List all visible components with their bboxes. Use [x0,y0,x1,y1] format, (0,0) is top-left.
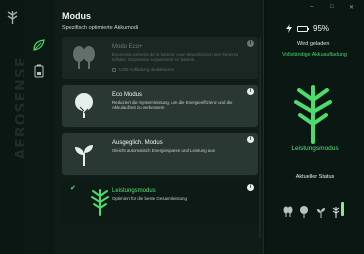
battery-nav-icon [34,64,44,78]
nav-battery[interactable] [30,62,48,80]
minimize-button[interactable]: – [310,4,313,10]
info-icon[interactable]: i [247,88,254,95]
tree-icon [75,93,93,118]
mode-card-eco-plus[interactable]: Modo Eco+ Economia extrema de la bateria… [62,37,258,79]
charging-bolt-icon [286,24,292,33]
full-charge-link[interactable]: Vollständige Akkuaufladung [282,52,347,58]
mode-name: Ausgeglich. Modus [112,140,163,146]
mini-sprout-icon[interactable] [316,206,326,218]
checkbox[interactable] [112,67,116,72]
maximize-button[interactable]: □ [330,4,334,10]
close-button[interactable]: ✕ [349,4,354,11]
active-mode-indicator [341,202,344,216]
mode-name: Leistungsmodus [112,188,156,194]
mode-name: Modo Eco+ [112,44,143,50]
info-icon[interactable]: i [247,136,254,143]
modes-panel: Modus Spezifisch optimierte Akkumodi Mod… [54,0,264,254]
battery-icon [297,25,309,32]
performance-status-icon [294,85,332,144]
mode-description: Optimiert für die beste Gesamtleistung [112,196,187,201]
mini-branch-icon[interactable] [331,206,341,218]
mode-description: Reduziert die Systemleistung, um die Ene… [112,100,233,111]
scrollbar[interactable] [259,38,261,238]
battery-percent: 95% [313,24,330,33]
mode-description: Economia extrema de la bateria: evar des… [112,52,239,63]
info-icon[interactable]: i [247,184,254,191]
app-window: AEROSENSE Modus Spezifisch optimierte Ak… [0,0,364,254]
current-status-label: Aktueller Status [295,174,335,180]
current-mode-name: Leistungsmodus [291,145,339,152]
page-title: Modus [62,11,91,21]
mode-description: Gleicht automatisch Energiesparen und Le… [112,148,215,153]
mode-name: Eco Modus [112,92,143,98]
mini-tree-icon[interactable] [299,206,309,218]
brand-strip: AEROSENSE [0,0,30,254]
branch-icon [91,189,109,216]
trees-icon [73,46,95,69]
selected-check-icon: ✔ [70,185,76,192]
nav-leaf-mode[interactable] [30,36,48,54]
brand-logo-icon [7,11,18,24]
mode-card-performance[interactable]: ✔ Leistungsmodus Optimiert für die beste… [62,181,258,223]
usb-charging-toggle[interactable]: USB-Aufladung deaktivieren [112,67,174,72]
nav-rail [24,0,54,254]
usb-charging-label: USB-Aufladung deaktivieren [119,67,175,72]
info-icon[interactable]: i [247,40,254,47]
mini-trees-icon[interactable] [283,206,293,218]
charging-status: Wird geladen [297,41,330,47]
leaf-mode-icon [33,39,45,51]
battery-status: 95% [286,24,329,33]
mode-card-balanced[interactable]: Ausgeglich. Modus Gleicht automatisch En… [62,133,258,175]
sprout-icon [75,145,93,166]
page-subtitle: Spezifisch optimierte Akkumodi [62,25,139,31]
mode-card-eco[interactable]: Eco Modus Reduziert die Systemleistung, … [62,85,258,127]
